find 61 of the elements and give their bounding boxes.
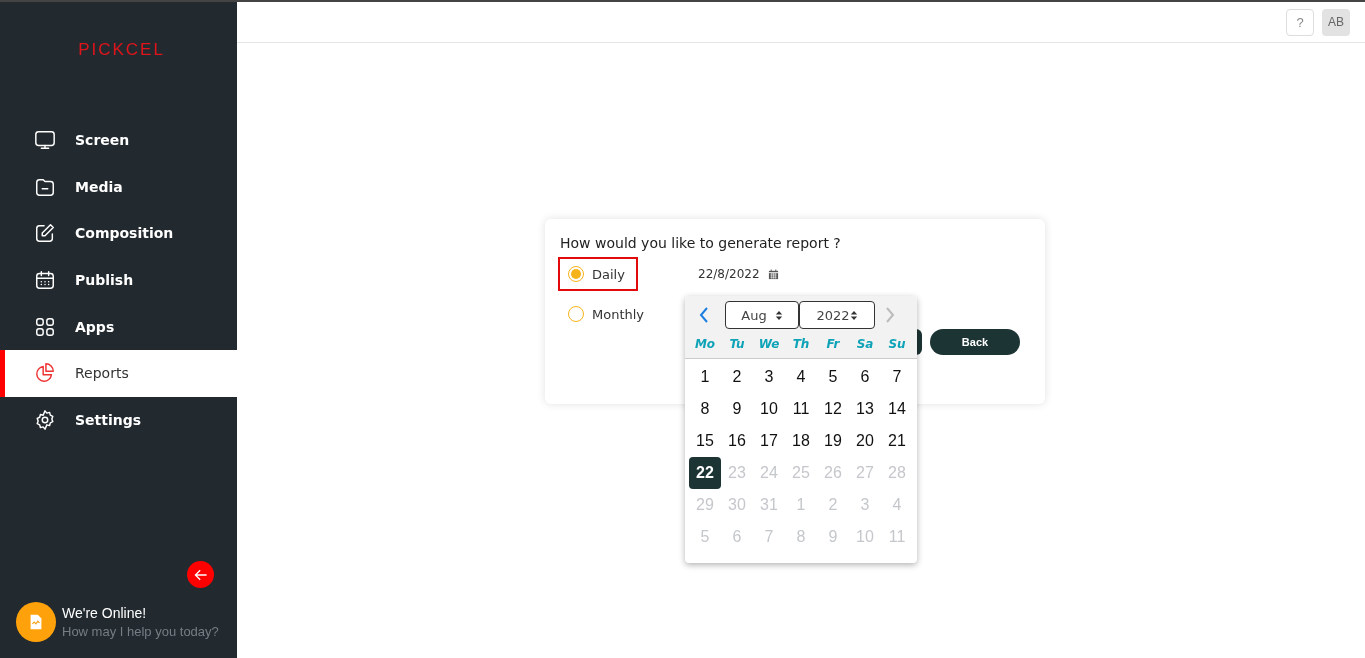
calendar-day[interactable]: 12 [817,393,849,425]
pie-chart-icon [34,362,56,385]
calendar-day[interactable]: 7 [881,361,913,393]
date-field[interactable]: 22/8/2022 [698,257,1030,291]
calendar-day[interactable]: 21 [881,425,913,457]
calendar-day[interactable]: 9 [721,393,753,425]
sidebar-item[interactable]: Apps [0,303,237,350]
calendar-day[interactable]: 18 [785,425,817,457]
calendar-day[interactable]: 16 [721,425,753,457]
calendar-day[interactable]: 10 [753,393,785,425]
radio-option[interactable]: Monthly [558,297,655,331]
calendar-icon [767,268,779,280]
year-select[interactable]: 2022 [799,301,875,329]
calendar-icon [34,269,56,292]
calendar-day[interactable]: 1 [689,361,721,393]
calendar-day[interactable]: 17 [753,425,785,457]
calendar-day[interactable]: 5 [817,361,849,393]
calendar-day[interactable]: 13 [849,393,881,425]
weekday-label: Tu [728,336,746,353]
collapse-button[interactable] [187,561,214,588]
sidebar-item[interactable]: Screen [0,117,237,164]
chevron-left-icon [699,307,709,323]
calendar-day[interactable]: 22 [689,457,721,489]
calendar-day[interactable]: 14 [881,393,913,425]
chevron-right-icon [885,307,895,323]
weekday-label: Sa [855,336,875,353]
calendar-day[interactable]: 11 [785,393,817,425]
grid-icon [34,315,56,338]
weekday-label: Su [887,336,907,353]
sidebar-item[interactable]: Settings [0,396,237,444]
logo: PICKCEL [77,40,165,60]
calendar-day[interactable]: 15 [689,425,721,457]
calendar-day[interactable]: 19 [817,425,849,457]
edit-icon [34,222,56,245]
weekday-label: Fr [825,336,841,353]
user-avatar[interactable]: AB [1322,8,1350,36]
month-select[interactable]: Aug [725,301,799,329]
chat-subtitle: How may I help you today? [62,624,219,639]
dialog-question: How would you like to generate report ? [560,235,842,251]
back-button[interactable]: Back [930,329,1020,355]
calendar-day[interactable]: 20 [849,425,881,457]
help-button[interactable]: ? [1286,8,1314,36]
calendar-day[interactable]: 2 [721,361,753,393]
monitor-icon [34,129,56,152]
weekday-label: Th [791,336,811,353]
sidebar-item[interactable]: Composition [0,210,237,257]
calendar-day[interactable]: 6 [849,361,881,393]
calendar-day[interactable]: 4 [785,361,817,393]
sort-icon [849,309,858,321]
weekday-label: We [757,336,781,353]
radio-option[interactable]: Daily [558,257,638,291]
calendar-day[interactable]: 8 [689,393,721,425]
calendar-day[interactable]: 3 [753,361,785,393]
sidebar-item[interactable]: Reports [0,349,237,397]
chat-button[interactable] [16,602,56,642]
sort-icon [774,309,783,321]
sidebar-item[interactable]: Publish [0,256,237,304]
sidebar-item[interactable]: Media [0,163,237,211]
chat-title: We're Online! [62,605,148,621]
settings-icon [34,408,56,431]
weekday-label: Mo [693,336,717,353]
